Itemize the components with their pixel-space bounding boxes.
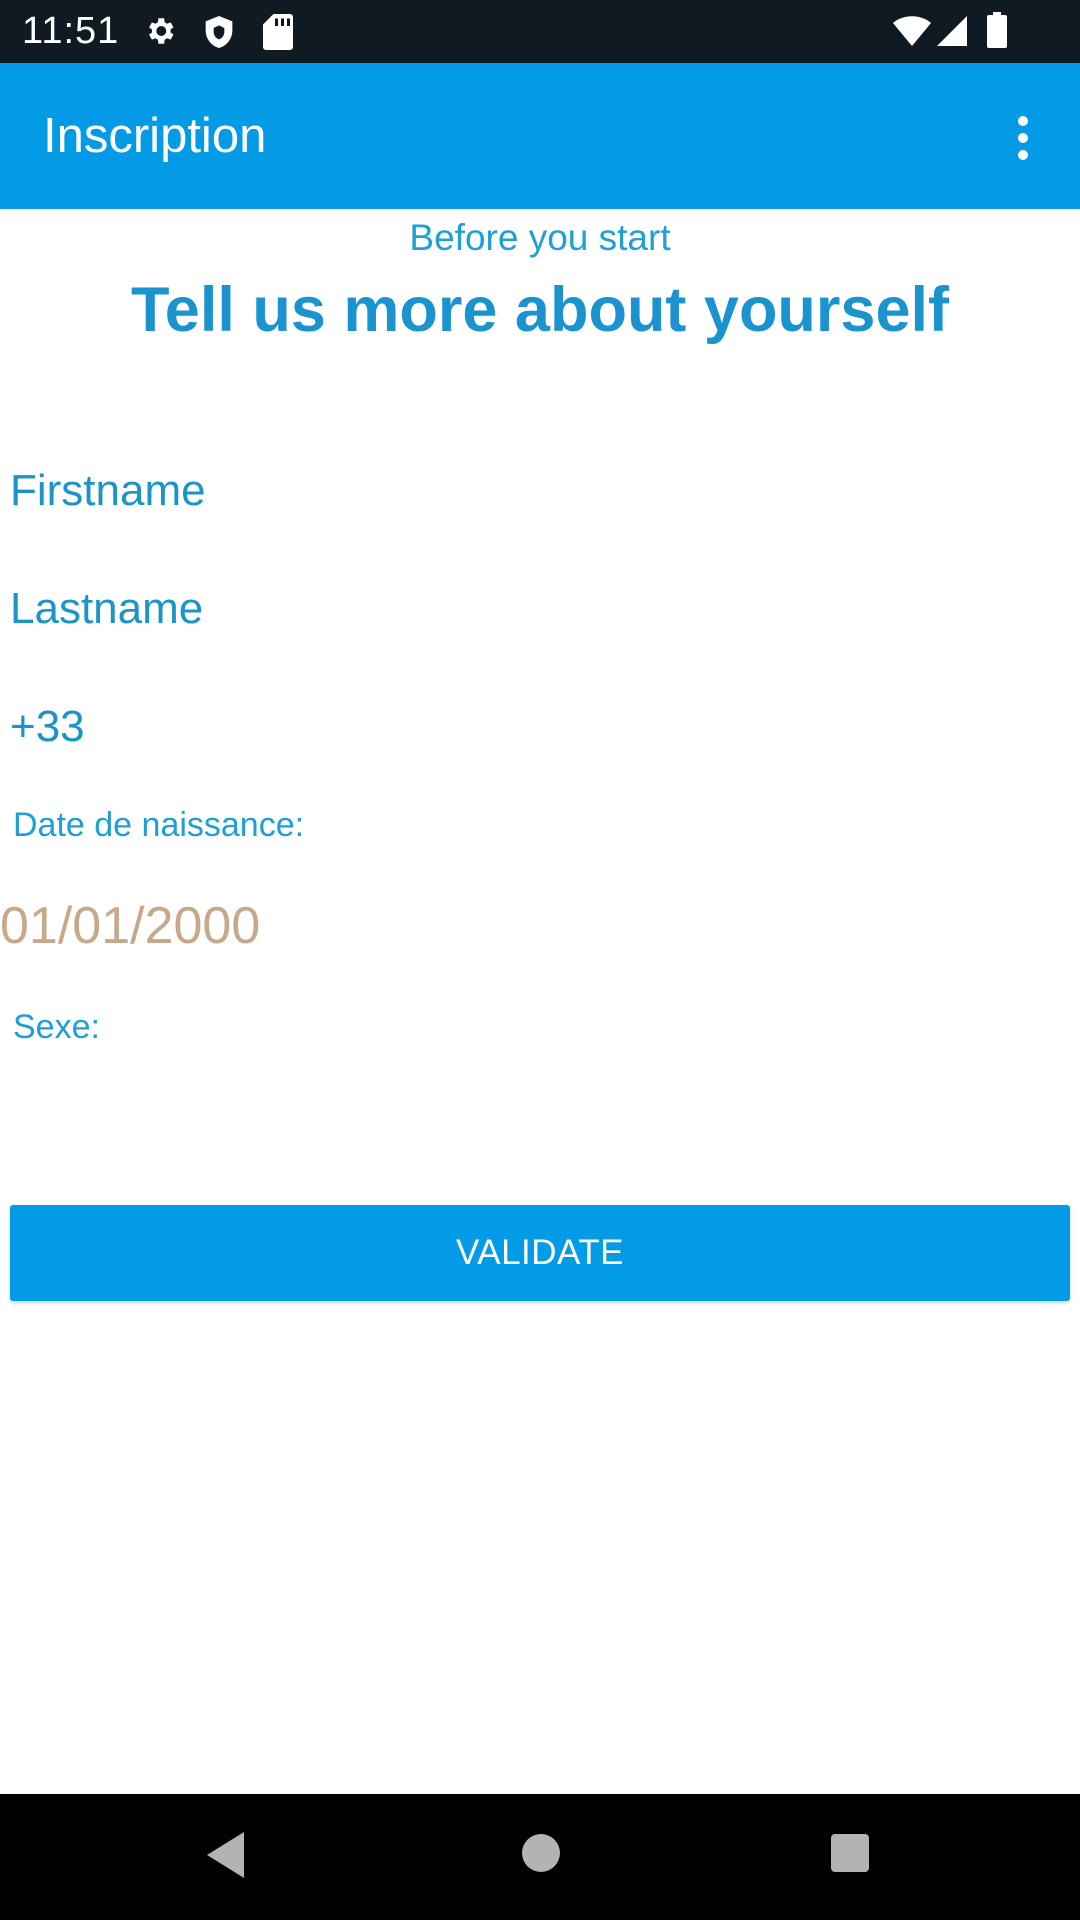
firstname-input[interactable]: Firstname [10, 452, 1070, 530]
battery-icon [987, 12, 1007, 48]
sex-label: Sexe: [13, 1008, 100, 1046]
wifi-icon [893, 16, 931, 46]
gear-icon [143, 14, 177, 48]
validate-button[interactable]: VALIDATE [10, 1205, 1070, 1301]
back-icon[interactable] [204, 1830, 246, 1880]
status-bar: 11:51 [0, 0, 1080, 63]
birthdate-picker[interactable]: 01/01/2000 [0, 893, 260, 959]
signal-icon [937, 16, 967, 46]
app-title: Inscription [43, 109, 267, 163]
screen: 11:51 Inscription Before you start Tell … [0, 0, 1080, 1920]
sd-card-icon [263, 14, 293, 50]
more-vert-icon[interactable] [1000, 109, 1046, 167]
lastname-input[interactable]: Lastname [10, 570, 1070, 648]
home-icon[interactable] [520, 1832, 562, 1874]
birthdate-label: Date de naissance: [13, 806, 305, 844]
phone-input[interactable]: +33 [10, 688, 1070, 766]
subtitle: Before you start [409, 217, 671, 258]
shield-icon [203, 14, 235, 50]
status-time: 11:51 [22, 10, 120, 52]
recents-icon[interactable] [830, 1833, 870, 1873]
app-bar: Inscription [0, 63, 1080, 209]
headline: Tell us more about yourself [131, 275, 949, 345]
navigation-bar [0, 1794, 1080, 1920]
